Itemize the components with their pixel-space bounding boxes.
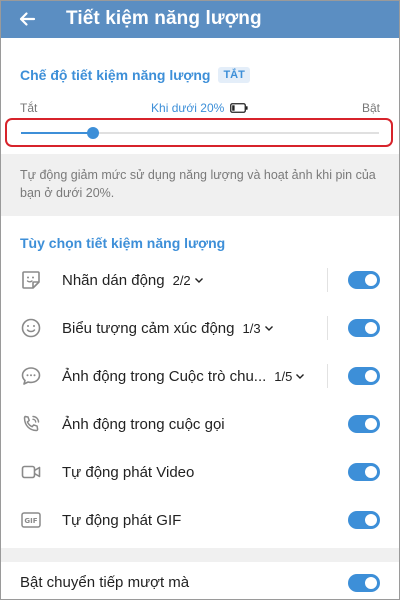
app-header: Tiết kiệm năng lượng: [0, 0, 400, 38]
option-animated-stickers[interactable]: Nhãn dán động 2/2: [0, 256, 400, 304]
option-count: 1/3: [242, 320, 261, 336]
chevron-down-icon: [264, 326, 273, 331]
smiley-icon: [21, 318, 41, 338]
chevron-down-icon: [296, 374, 305, 379]
row-divider: [327, 364, 328, 388]
status-badge: TẮT: [218, 67, 250, 83]
slider-fill: [21, 132, 93, 134]
smooth-transitions-label: Bật chuyển tiếp mượt mà: [20, 573, 190, 591]
power-saving-mode-title: Chế độ tiết kiệm năng lượng: [20, 67, 211, 83]
option-label: Tự động phát GIF: [62, 511, 182, 529]
option-animated-emoji[interactable]: Biểu tượng cảm xúc động 1/3: [0, 304, 400, 352]
option-count: 2/2: [172, 272, 191, 288]
toggle-autoplay-video[interactable]: [348, 463, 380, 481]
arrow-left-icon: [19, 12, 36, 26]
option-autoplay-gif[interactable]: GIF Tự động phát GIF: [0, 496, 400, 544]
back-button[interactable]: [16, 8, 38, 30]
option-count-dropdown[interactable]: 1/5: [274, 369, 305, 384]
toggle-autoplay-gif[interactable]: [348, 511, 380, 529]
chat-bubble-icon: [21, 367, 41, 385]
option-smooth-transitions[interactable]: Bật chuyển tiếp mượt mà: [0, 562, 400, 600]
slider-left-label: Tắt: [20, 101, 38, 115]
gif-icon: GIF: [21, 512, 41, 528]
option-chat-animations[interactable]: Ảnh động trong Cuộc trò chu... 1/5: [0, 352, 400, 400]
slider-right-label: Bật: [361, 101, 380, 115]
option-label: Tự động phát Video: [62, 463, 195, 481]
page-title: Tiết kiệm năng lượng: [66, 8, 262, 29]
toggle-chat-animations[interactable]: [348, 367, 380, 385]
row-divider: [327, 316, 328, 340]
battery-threshold-slider-highlight: [5, 118, 393, 147]
toggle-animated-emoji[interactable]: [348, 319, 380, 337]
option-count-dropdown[interactable]: 1/3: [242, 321, 273, 336]
row-divider: [327, 268, 328, 292]
battery-low-icon: [230, 103, 248, 113]
option-count-dropdown[interactable]: 2/2: [173, 273, 204, 288]
option-label: Biểu tượng cảm xúc động: [62, 319, 235, 337]
svg-text:GIF: GIF: [24, 517, 37, 525]
video-camera-icon: [21, 465, 41, 479]
toggle-animated-stickers[interactable]: [348, 271, 380, 289]
option-label: Ảnh động trong cuộc gọi: [62, 415, 225, 433]
sticker-icon: [22, 271, 40, 289]
options-section-title: Tùy chọn tiết kiệm năng lượng: [20, 235, 226, 251]
slider-center-label: Khi dưới 20%: [151, 101, 248, 115]
power-saving-description: Tự động giảm mức sử dụng năng lượng và h…: [20, 168, 376, 200]
slider-threshold-text: Khi dưới 20%: [151, 101, 225, 115]
option-label: Nhãn dán động: [62, 271, 165, 289]
section-gap: [0, 548, 400, 562]
options-list: Nhãn dán động 2/2 Biểu tượng cảm xúc độn…: [0, 256, 400, 544]
toggle-call-animations[interactable]: [348, 415, 380, 433]
chevron-down-icon: [194, 278, 203, 283]
option-count: 1/5: [274, 368, 293, 384]
slider-thumb[interactable]: [86, 127, 99, 139]
option-label: Ảnh động trong Cuộc trò chu...: [62, 367, 267, 385]
description-block: Tự động giảm mức sử dụng năng lượng và h…: [0, 154, 400, 216]
option-autoplay-video[interactable]: Tự động phát Video: [0, 448, 400, 496]
phone-call-icon: [23, 415, 40, 432]
toggle-smooth-transitions[interactable]: [348, 574, 380, 592]
battery-threshold-slider[interactable]: [21, 127, 379, 139]
option-call-animations[interactable]: Ảnh động trong cuộc gọi: [0, 400, 400, 448]
